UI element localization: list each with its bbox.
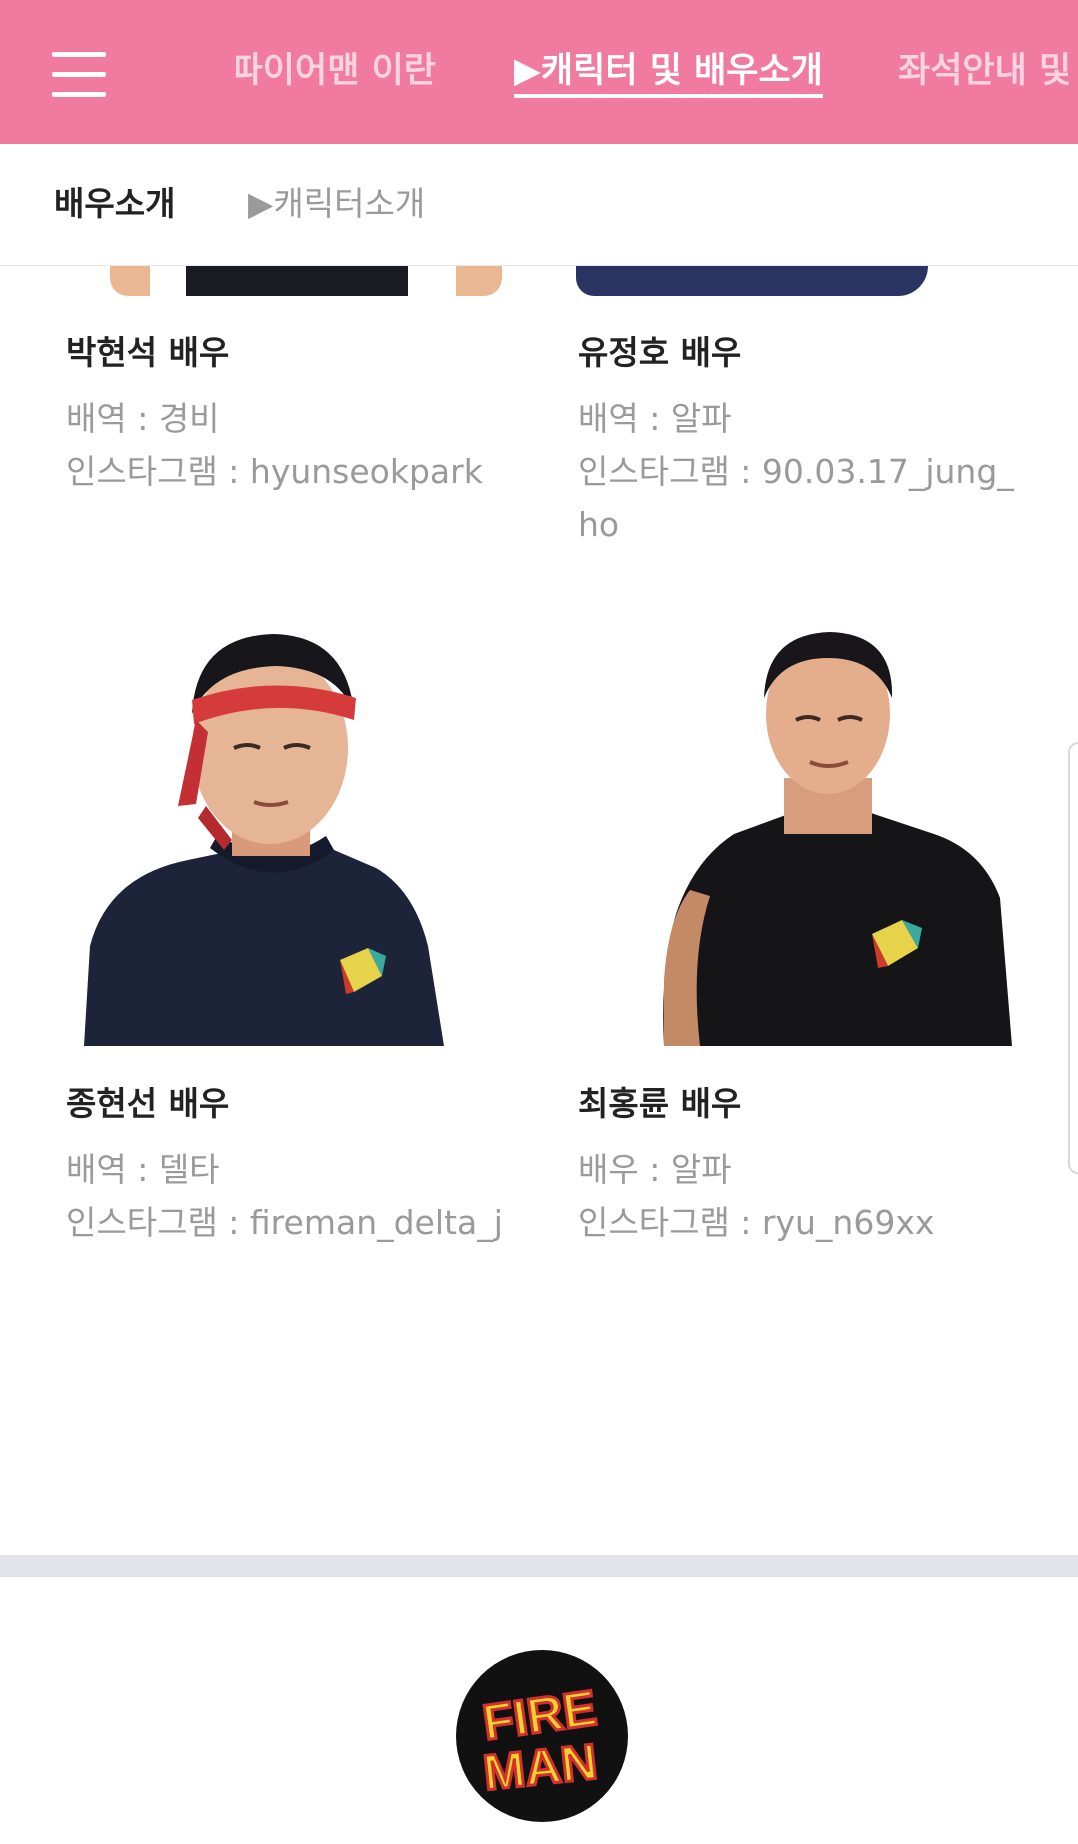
actor-role: 배역 : 알파 <box>578 399 732 438</box>
actor-role: 배역 : 델타 <box>66 1150 220 1189</box>
hamburger-menu-icon[interactable] <box>52 52 106 98</box>
sub-navigation: 배우소개 ▶캐릭터소개 <box>0 144 1078 266</box>
actor-photo-yoo <box>576 266 928 296</box>
actor-card: 박현석 배우 배역 : 경비 인스타그램 : hyunseokpark <box>66 330 526 498</box>
actor-role: 배역 : 경비 <box>66 399 220 438</box>
actor-instagram: 인스타그램 : hyunseokpark <box>66 452 483 491</box>
actor-instagram: 인스타그램 : fireman_delta_j <box>66 1203 503 1242</box>
footer-divider <box>0 1555 1078 1577</box>
actor-card: 종현선 배우 배역 : 델타 인스타그램 : fireman_delta_j <box>66 1081 526 1249</box>
actor-name: 유정호 배우 <box>578 333 742 372</box>
edge-panel-handle[interactable] <box>1068 742 1078 1174</box>
actor-name: 박현석 배우 <box>66 333 230 372</box>
actor-name: 최홍륜 배우 <box>578 1084 742 1123</box>
subnav-current-actors: 배우소개 <box>54 184 176 223</box>
svg-text:MAN: MAN <box>481 1733 600 1801</box>
top-navigation-bar: 파이어맨 이란? ▶캐릭터 및 배우소개 좌석안내 및 <box>0 0 1078 144</box>
actor-card: 유정호 배우 배역 : 알파 인스타그램 : 90.03.17_jung_ho <box>578 330 1018 551</box>
actor-photo-choi <box>660 628 1018 1046</box>
nav-tab-seating[interactable]: 좌석안내 및 <box>898 48 1071 98</box>
actor-photo-park <box>110 266 502 296</box>
actor-name: 종현선 배우 <box>66 1084 230 1123</box>
actor-instagram: 인스타그램 : 90.03.17_jung_ho <box>578 452 1014 544</box>
nav-tab-about[interactable]: 파이어맨 이란? <box>236 48 436 98</box>
actor-role: 배우 : 알파 <box>578 1150 732 1189</box>
actor-instagram: 인스타그램 : ryu_n69xx <box>578 1203 935 1242</box>
actor-photo-jong <box>84 628 456 1046</box>
subnav-link-characters[interactable]: ▶캐릭터소개 <box>248 180 425 228</box>
fireman-logo-icon: FIRE MAN <box>454 1648 630 1824</box>
nav-tab-characters-actors[interactable]: ▶캐릭터 및 배우소개 <box>514 48 823 98</box>
actor-card: 최홍륜 배우 배우 : 알파 인스타그램 : ryu_n69xx <box>578 1081 1018 1249</box>
